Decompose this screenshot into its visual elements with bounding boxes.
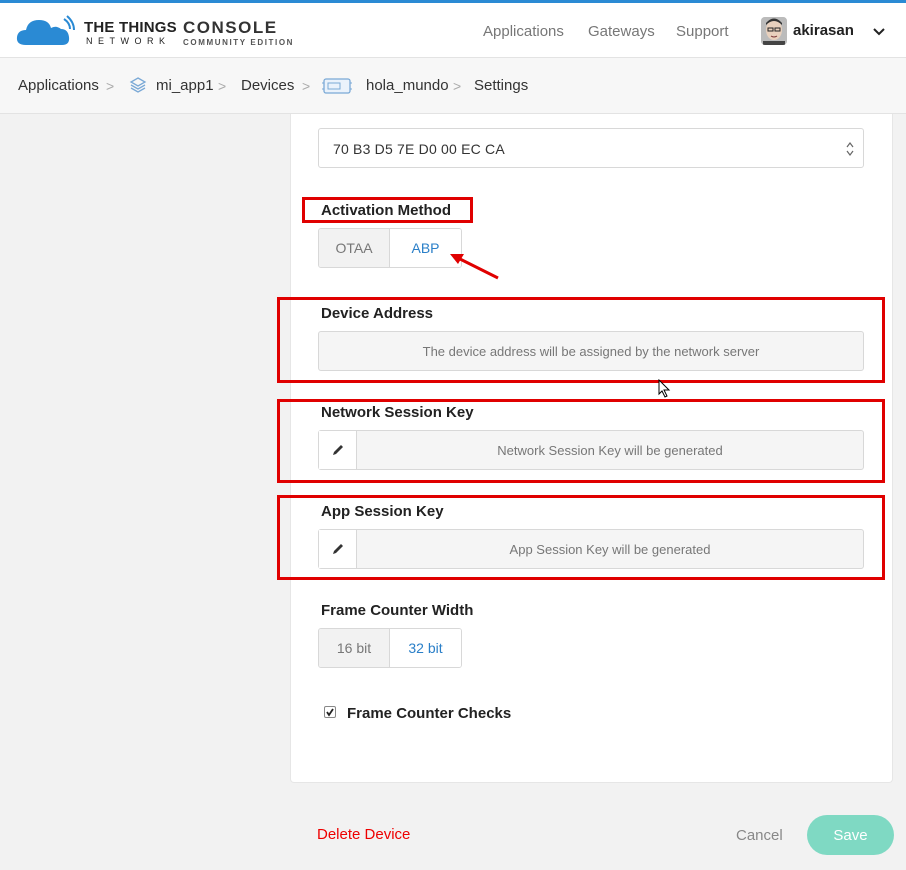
annotation-box-network-key [277, 399, 885, 483]
brand-subname: NETWORK [86, 36, 171, 46]
activation-method-toggle: OTAA ABP [318, 228, 462, 268]
delete-device-button[interactable]: Delete Device [317, 826, 410, 843]
cancel-button[interactable]: Cancel [736, 827, 783, 844]
breadcrumb: Applications > mi_app1 > Devices > hola_… [0, 58, 906, 114]
chevron-down-icon[interactable] [872, 25, 886, 39]
frame-counter-checks-label: Frame Counter Checks [347, 705, 512, 722]
annotation-box-device-address [277, 297, 885, 383]
top-navbar: THE THINGS NETWORK CONSOLE COMMUNITY EDI… [0, 0, 906, 58]
console-edition: COMMUNITY EDITION [183, 38, 295, 47]
breadcrumb-app[interactable]: mi_app1 [156, 77, 214, 94]
nav-gateways[interactable]: Gateways [588, 23, 655, 40]
username[interactable]: akirasan [793, 22, 854, 39]
device-board-icon [322, 78, 352, 94]
breadcrumb-devices[interactable]: Devices [241, 77, 294, 94]
breadcrumb-device[interactable]: hola_mundo [366, 77, 449, 94]
avatar-face-icon [761, 17, 787, 45]
brand-name: THE THINGS [84, 19, 177, 36]
frame-counter-checks-checkbox[interactable] [324, 706, 336, 718]
frame-counter-width-toggle: 16 bit 32 bit [318, 628, 462, 668]
breadcrumb-applications[interactable]: Applications [18, 77, 99, 94]
app-eui-select[interactable]: 70 B3 D5 7E D0 00 EC CA [318, 128, 864, 168]
app-eui-value: 70 B3 D5 7E D0 00 EC CA [333, 141, 505, 157]
annotation-arrow-icon [450, 254, 499, 280]
breadcrumb-separator: > [453, 78, 462, 94]
nav-applications[interactable]: Applications [483, 23, 564, 40]
frame-counter-width-label: Frame Counter Width [321, 602, 474, 619]
breadcrumb-separator: > [302, 78, 311, 94]
select-updown-icon [846, 142, 854, 156]
avatar[interactable] [761, 17, 787, 45]
checkmark-icon [326, 708, 334, 717]
ttn-cloud-logo-icon[interactable] [16, 15, 76, 49]
save-button[interactable]: Save [807, 815, 894, 855]
activation-otaa-option[interactable]: OTAA [319, 229, 390, 267]
mouse-cursor-icon [658, 379, 671, 398]
breadcrumb-settings: Settings [474, 77, 529, 94]
frame-counter-16bit-option[interactable]: 16 bit [319, 629, 390, 667]
nav-support[interactable]: Support [676, 23, 729, 40]
annotation-box-activation [302, 197, 473, 223]
annotation-box-app-key [277, 495, 885, 580]
application-layers-icon [129, 77, 147, 93]
breadcrumb-separator: > [218, 78, 227, 94]
console-title: CONSOLE [183, 18, 278, 37]
frame-counter-32bit-option[interactable]: 32 bit [390, 629, 461, 667]
breadcrumb-separator: > [106, 78, 115, 94]
